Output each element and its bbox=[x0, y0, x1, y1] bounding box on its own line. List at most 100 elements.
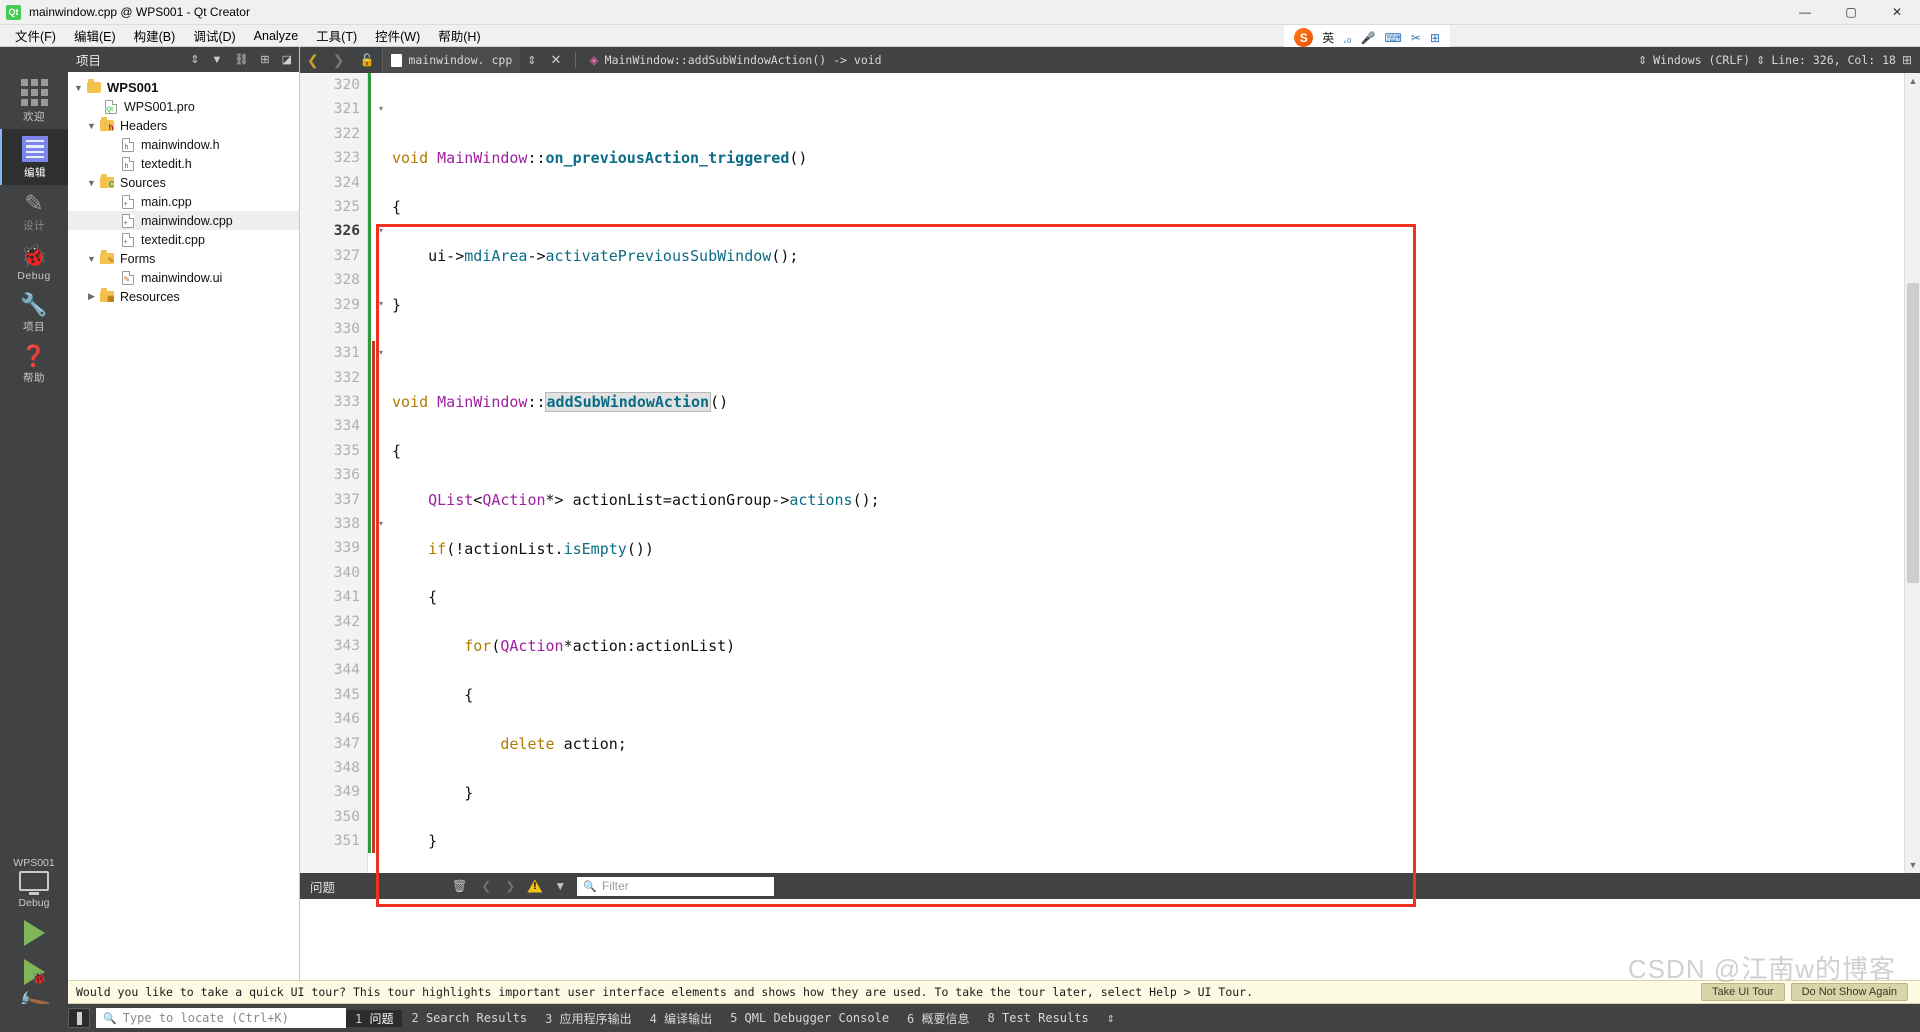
next-issue-icon[interactable]: ❯ bbox=[498, 879, 522, 893]
editor-tab-mainwindow-cpp[interactable]: mainwindow. cpp bbox=[382, 47, 521, 73]
mode-welcome[interactable]: 欢迎 bbox=[0, 72, 68, 129]
menu-analyze[interactable]: Analyze bbox=[245, 27, 307, 45]
tree-item-mainwindow-cpp[interactable]: mainwindow.cpp bbox=[68, 211, 299, 230]
twisty-icon[interactable]: ▼ bbox=[85, 178, 98, 188]
toggle-sidebar-button[interactable] bbox=[68, 1008, 90, 1028]
menu-file[interactable]: 文件(F) bbox=[6, 24, 65, 47]
debug-run-button[interactable]: 🐞 bbox=[23, 955, 47, 989]
close-document-icon[interactable]: ✕ bbox=[544, 52, 569, 68]
menu-edit[interactable]: 编辑(E) bbox=[65, 24, 125, 47]
menu-debug[interactable]: 调试(D) bbox=[184, 24, 244, 47]
twisty-icon[interactable]: ▼ bbox=[85, 121, 98, 131]
go-back-icon[interactable]: ❮ bbox=[300, 52, 326, 69]
document-dropdown-icon[interactable]: ⇕ bbox=[520, 54, 543, 67]
line-ending-dropdown-icon[interactable]: ⇕ bbox=[1756, 54, 1765, 67]
tree-item-mainwindow-h[interactable]: mainwindow.h bbox=[68, 135, 299, 154]
minimize-button[interactable]: — bbox=[1782, 0, 1828, 25]
tree-item-sources[interactable]: ▼ Sources bbox=[68, 173, 299, 192]
tree-item-mainwindow-ui[interactable]: mainwindow.ui bbox=[68, 268, 299, 287]
headers-folder-icon bbox=[98, 117, 115, 132]
tree-item-project[interactable]: ▼ WPS001 bbox=[68, 78, 299, 97]
tree-item-resources[interactable]: ▶ Resources bbox=[68, 287, 299, 306]
link-icon[interactable]: ⛓ bbox=[231, 53, 251, 66]
menu-tools[interactable]: 工具(T) bbox=[307, 24, 366, 47]
output-pane-compile-output[interactable]: 4 编译输出 bbox=[641, 1010, 721, 1027]
run-button[interactable] bbox=[23, 920, 45, 946]
output-pane-qml-debugger-console[interactable]: 5 QML Debugger Console bbox=[721, 1011, 898, 1025]
line-ending-label[interactable]: Windows (CRLF) bbox=[1653, 53, 1750, 67]
keyboard-icon[interactable]: ⌨ bbox=[1385, 31, 1402, 45]
scroll-up-icon[interactable]: ▲ bbox=[1905, 73, 1920, 89]
mode-design[interactable]: ✎ 设计 bbox=[0, 185, 68, 238]
search-icon: 🔍 bbox=[583, 880, 597, 893]
lock-icon[interactable]: 🔓 bbox=[351, 53, 382, 67]
scrollbar-thumb[interactable] bbox=[1907, 283, 1919, 583]
twisty-icon[interactable]: ▼ bbox=[85, 254, 98, 264]
sources-folder-icon bbox=[98, 174, 115, 189]
filter-icon[interactable]: ▼ bbox=[209, 54, 226, 66]
maximize-button[interactable]: ▢ bbox=[1828, 0, 1874, 25]
line-number: 341 bbox=[333, 589, 360, 606]
punctuation-icon[interactable]: ,₀ bbox=[1343, 31, 1351, 45]
cpp-file-icon bbox=[119, 232, 136, 247]
close-button[interactable]: ✕ bbox=[1874, 0, 1920, 25]
editor-vertical-scrollbar[interactable]: ▲ ▼ bbox=[1904, 73, 1920, 873]
mode-edit-label: 编辑 bbox=[24, 167, 46, 179]
expand-output-pane-icon[interactable]: ⇕ bbox=[1098, 1011, 1124, 1026]
line-number: 344 bbox=[333, 662, 360, 679]
fold-arrow-icon[interactable]: ▾ bbox=[379, 299, 383, 308]
twisty-icon[interactable]: ▶ bbox=[85, 291, 98, 302]
prev-issue-icon[interactable]: ❮ bbox=[474, 879, 498, 893]
tree-item-headers[interactable]: ▼ Headers bbox=[68, 116, 299, 135]
scroll-down-icon[interactable]: ▼ bbox=[1905, 857, 1920, 873]
apps-icon[interactable]: ⊞ bbox=[1430, 31, 1440, 45]
split-icon[interactable]: ⊞ bbox=[257, 53, 272, 66]
output-pane-search-results[interactable]: 2 Search Results bbox=[402, 1011, 536, 1025]
twisty-icon[interactable]: ▼ bbox=[72, 83, 85, 93]
tree-item-main-cpp[interactable]: main.cpp bbox=[68, 192, 299, 211]
fold-arrow-icon[interactable]: ▾ bbox=[379, 104, 383, 113]
output-pane-test-results[interactable]: 8 Test Results bbox=[979, 1011, 1098, 1025]
code-line: QList<QAction*> actionList=actionGroup->… bbox=[428, 490, 880, 509]
fold-arrow-icon[interactable]: ▾ bbox=[379, 519, 383, 528]
menu-help[interactable]: 帮助(H) bbox=[429, 24, 489, 47]
mode-debug[interactable]: 🐞 Debug bbox=[0, 238, 68, 287]
mic-icon[interactable]: 🎤 bbox=[1361, 31, 1376, 45]
mode-projects[interactable]: 🔧 项目 bbox=[0, 287, 68, 339]
code-text[interactable]: void MainWindow::on_previousAction_trigg… bbox=[392, 73, 1902, 873]
menu-widgets[interactable]: 控件(W) bbox=[366, 24, 429, 47]
filter-icon[interactable]: ▼ bbox=[547, 879, 573, 893]
line-number: 337 bbox=[333, 491, 360, 508]
sort-icon[interactable]: ⇕ bbox=[187, 53, 202, 66]
split-editor-icon[interactable]: ⊞ bbox=[1902, 53, 1912, 67]
go-forward-icon[interactable]: ❯ bbox=[326, 52, 352, 69]
tree-item-forms[interactable]: ▼ Forms bbox=[68, 249, 299, 268]
tree-item-textedit-cpp[interactable]: textedit.cpp bbox=[68, 230, 299, 249]
close-icon[interactable]: ◪ bbox=[279, 53, 299, 66]
cpp-file-icon bbox=[119, 213, 136, 228]
menu-build[interactable]: 构建(B) bbox=[125, 24, 185, 47]
fold-arrow-icon[interactable]: ▾ bbox=[379, 348, 383, 357]
target-selector-icon[interactable] bbox=[19, 871, 49, 895]
clear-icon[interactable]: 🗑 bbox=[445, 879, 474, 893]
issues-filter-input[interactable]: 🔍 Filter bbox=[577, 876, 775, 896]
ime-mode-label[interactable]: 英 bbox=[1322, 29, 1334, 46]
mode-help[interactable]: ❓ 帮助 bbox=[0, 339, 68, 390]
screenshot-icon[interactable]: ✂ bbox=[1411, 31, 1421, 45]
line-number: 346 bbox=[333, 711, 360, 728]
warning-icon[interactable]: ! bbox=[527, 879, 543, 893]
symbol-selector[interactable]: ◈ MainWindow::addSubWindowAction() -> vo… bbox=[583, 53, 887, 67]
output-pane-application-output[interactable]: 3 应用程序输出 bbox=[536, 1010, 640, 1027]
output-pane-issues[interactable]: 1 问题 bbox=[346, 1009, 403, 1027]
ui-file-icon bbox=[119, 270, 136, 285]
tree-item-textedit-h[interactable]: textedit.h bbox=[68, 154, 299, 173]
fold-column[interactable]: ▾ ▾ ▾ ▾ ▾ bbox=[376, 73, 390, 873]
code-view[interactable]: 320 321 322 323 324 325 326 327 328 329 … bbox=[300, 73, 1920, 873]
fold-arrow-icon[interactable]: ▾ bbox=[379, 226, 383, 235]
locator-input[interactable]: 🔍 Type to locate (Ctrl+K) bbox=[96, 1008, 346, 1028]
output-pane-general-messages[interactable]: 6 概要信息 bbox=[898, 1010, 978, 1027]
mode-edit[interactable]: 编辑 bbox=[0, 129, 68, 185]
tree-item-pro-file[interactable]: WPS001.pro bbox=[68, 97, 299, 116]
encoding-dropdown-icon[interactable]: ⇕ bbox=[1638, 54, 1647, 67]
